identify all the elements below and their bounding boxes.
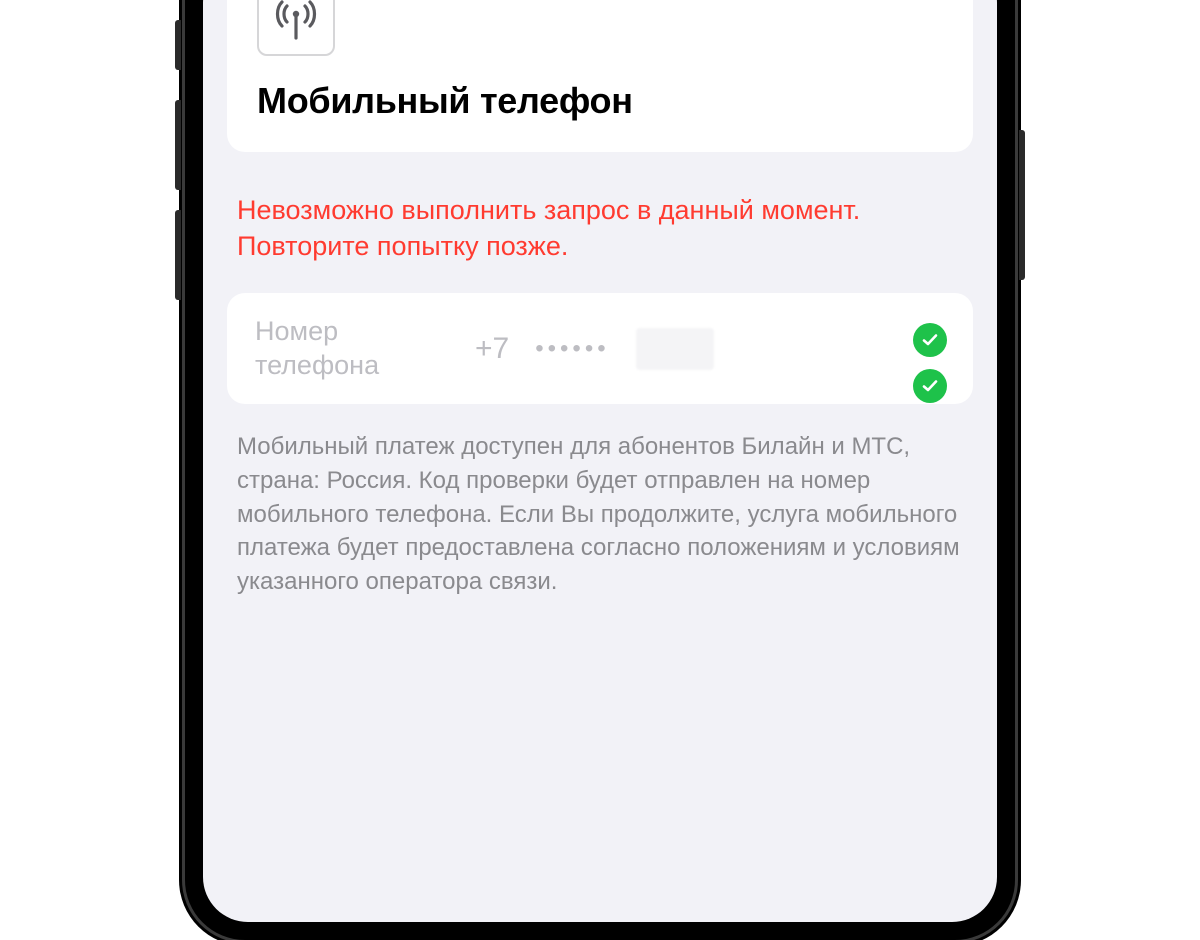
redacted-region	[636, 328, 714, 370]
volume-up-button	[175, 100, 181, 190]
error-message: Невозможно выполнить запрос в данный мом…	[233, 192, 967, 265]
phone-value: +7 ••••••	[475, 328, 714, 370]
mute-switch	[175, 20, 181, 70]
phone-prefix: +7	[475, 332, 509, 366]
screen: Мобильный телефон Невозможно выполнить з…	[203, 0, 997, 922]
phone-frame: Мобильный телефон Невозможно выполнить з…	[185, 0, 1015, 940]
phone-masked: ••••••	[535, 335, 609, 363]
volume-down-button	[175, 210, 181, 300]
description-text: Мобильный платеж доступен для абонентов …	[233, 430, 967, 598]
phone-label: Номер телефона	[255, 315, 435, 383]
header-card: Мобильный телефон	[227, 0, 973, 152]
power-button	[1019, 130, 1025, 280]
phone-input-row[interactable]: Номер телефона +7 ••••••	[227, 293, 973, 405]
checkmark-icon	[913, 369, 947, 403]
antenna-icon	[257, 0, 335, 56]
page-title: Мобильный телефон	[257, 80, 943, 122]
checkmark-icon	[913, 323, 947, 357]
